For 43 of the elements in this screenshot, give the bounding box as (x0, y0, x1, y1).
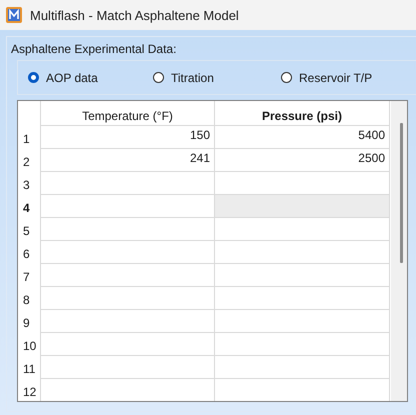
table-cell[interactable] (215, 195, 390, 218)
table-cell[interactable] (40, 333, 215, 356)
row-number: 3 (22, 177, 31, 194)
radio-option[interactable]: AOP data (28, 70, 153, 84)
scrollbar[interactable] (391, 101, 407, 401)
table-cell[interactable]: 2500 (215, 149, 390, 172)
table-cell[interactable] (40, 172, 215, 195)
row-number: 9 (22, 315, 31, 332)
row-number: 11 (22, 361, 36, 378)
table-cell[interactable]: 241 (40, 149, 215, 172)
table-cell[interactable] (215, 356, 390, 379)
column-header[interactable]: Temperature (°F) (40, 101, 215, 126)
table-cell[interactable] (215, 264, 390, 287)
row-number: 8 (22, 292, 31, 309)
table-cell[interactable] (40, 264, 215, 287)
row-number: 7 (22, 269, 31, 286)
table-cell[interactable] (40, 310, 215, 333)
row-number: 12 (22, 384, 38, 401)
table-cell[interactable] (40, 356, 215, 379)
table-cell[interactable] (40, 195, 215, 218)
table-cell[interactable]: 5400 (215, 126, 390, 149)
column-header[interactable]: Pressure (psi) (215, 101, 390, 126)
table-cell[interactable] (40, 379, 215, 401)
table-cell[interactable] (40, 241, 215, 264)
app-icon (6, 7, 22, 23)
row-number: 10 (22, 338, 38, 355)
window-title: Multiflash - Match Asphaltene Model (30, 8, 239, 22)
row-number: 6 (22, 246, 31, 263)
row-number: 4 (22, 200, 31, 217)
radio-option[interactable]: Reservoir T/P (281, 70, 406, 84)
radio-option[interactable]: Titration (153, 70, 281, 84)
table-cell[interactable] (215, 218, 390, 241)
table-cell[interactable] (40, 218, 215, 241)
table-cell[interactable] (215, 241, 390, 264)
row-number: 1 (22, 131, 31, 148)
table-cell[interactable] (215, 333, 390, 356)
table-cell[interactable] (215, 287, 390, 310)
table-cell[interactable]: 150 (40, 126, 215, 149)
table-cell[interactable] (40, 287, 215, 310)
row-number: 2 (22, 154, 31, 171)
table-cell[interactable] (215, 310, 390, 333)
row-number: 5 (22, 223, 31, 240)
group-label: Asphaltene Experimental Data: (11, 42, 178, 58)
